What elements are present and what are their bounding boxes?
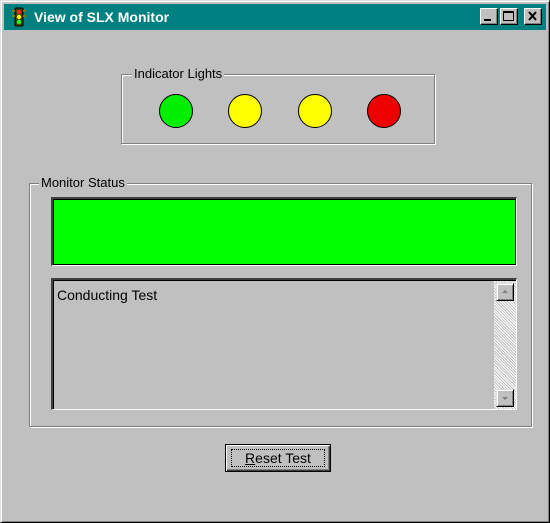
status-log-text: Conducting Test	[57, 287, 158, 303]
scroll-down-button[interactable]	[496, 389, 514, 407]
indicator-light-red	[367, 94, 401, 128]
close-button[interactable]	[524, 8, 542, 25]
traffic-light-icon	[12, 7, 26, 27]
indicator-lights-group: Indicator Lights	[121, 66, 435, 144]
reset-test-button[interactable]: Reset Test	[225, 444, 331, 472]
scroll-down-icon	[502, 397, 508, 400]
monitor-status-label: Monitor Status	[39, 175, 127, 191]
minimize-button[interactable]	[480, 8, 498, 25]
indicator-light-yellow-1	[228, 94, 262, 128]
title-buttons	[480, 8, 542, 25]
reset-button-mnemonic: R	[245, 450, 256, 466]
close-icon	[528, 11, 537, 21]
indicator-light-green	[159, 94, 193, 128]
title-bar[interactable]: View of SLX Monitor	[4, 4, 546, 30]
indicator-lights-label: Indicator Lights	[132, 66, 225, 82]
status-log[interactable]: Conducting Test	[51, 278, 517, 410]
minimize-icon	[484, 19, 491, 21]
maximize-button[interactable]	[500, 8, 518, 25]
window-title: View of SLX Monitor	[34, 9, 170, 25]
monitor-window: View of SLX Monitor Indicator Lights Mon…	[0, 0, 550, 523]
reset-button-label: eset Test	[255, 450, 311, 466]
status-indicator-bar	[51, 197, 517, 266]
maximize-icon	[503, 11, 514, 21]
indicator-light-yellow-2	[298, 94, 332, 128]
scroll-up-icon	[502, 290, 508, 293]
scroll-up-button[interactable]	[496, 283, 514, 301]
vertical-scrollbar[interactable]	[494, 281, 516, 409]
status-color-fill	[53, 199, 516, 265]
